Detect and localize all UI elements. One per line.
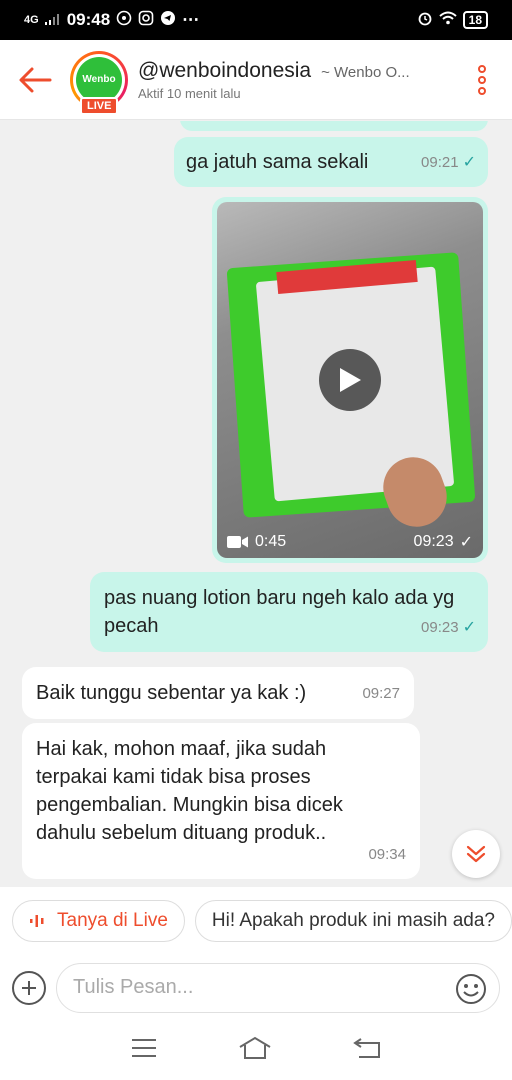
return-icon xyxy=(353,1037,381,1058)
message-composer: Tulis Pesan... xyxy=(0,955,512,1020)
chat-messages[interactable]: ga jatuh sama sekali 09:21 ✓ 0:45 09:23 ✓ xyxy=(0,121,512,887)
message-bubble-outgoing[interactable]: ga jatuh sama sekali 09:21 ✓ xyxy=(174,137,488,187)
checkmark-icon: ✓ xyxy=(462,154,476,171)
whatsapp-icon xyxy=(116,10,132,31)
signal-icon xyxy=(44,10,61,30)
alarm-icon xyxy=(417,10,433,31)
message-time: 09:34 xyxy=(368,846,406,863)
network-indicator: 4G xyxy=(24,14,39,26)
video-duration: 0:45 xyxy=(255,533,287,550)
wifi-icon xyxy=(438,10,457,30)
header-info[interactable]: @wenboindonesia ~ Wenbo O... Aktif 10 me… xyxy=(138,59,452,101)
message-bubble-incoming[interactable]: Baik tunggu sebentar ya kak :) 09:27 xyxy=(22,667,414,719)
message-text: Baik tunggu sebentar ya kak :) xyxy=(36,682,307,704)
back-nav-button[interactable] xyxy=(353,1037,381,1064)
play-button[interactable] xyxy=(319,349,381,411)
message-input-placeholder: Tulis Pesan... xyxy=(73,976,194,998)
back-button[interactable] xyxy=(0,40,70,120)
quick-reply-bar: Tanya di Live Hi! Apakah produk ini masi… xyxy=(0,887,512,955)
add-attachment-button[interactable] xyxy=(12,970,46,1005)
message-bubble-incoming[interactable]: Hai kak, mohon maaf, jika sudah terpakai… xyxy=(22,723,420,879)
scroll-to-bottom-button[interactable] xyxy=(452,830,500,878)
checkmark-icon: ✓ xyxy=(459,534,473,551)
message-text: Hai kak, mohon maaf, jika sudah terpakai… xyxy=(36,738,343,844)
message-text: ga jatuh sama sekali xyxy=(186,151,369,173)
checkmark-icon: ✓ xyxy=(462,619,476,636)
ask-in-live-button[interactable]: Tanya di Live xyxy=(12,900,185,942)
message-input[interactable]: Tulis Pesan... xyxy=(56,962,500,1013)
more-options-button[interactable] xyxy=(452,40,512,120)
more-dot-icon xyxy=(478,64,486,73)
shop-name: ~ Wenbo O... xyxy=(321,63,410,81)
video-thumbnail[interactable]: 0:45 09:23 ✓ xyxy=(217,202,483,558)
previous-message-edge xyxy=(180,121,488,131)
home-nav-button[interactable] xyxy=(238,1036,272,1065)
message-time: 09:21 xyxy=(421,154,459,171)
emoji-icon xyxy=(456,973,486,1004)
menu-icon xyxy=(131,1038,156,1057)
chat-header: Wenbo LIVE @wenboindonesia ~ Wenbo O... … xyxy=(0,40,512,120)
video-camera-icon xyxy=(227,536,248,548)
system-navigation-bar xyxy=(0,1020,512,1080)
chat-username: @wenboindonesia xyxy=(138,58,312,82)
avatar-logo: Wenbo xyxy=(76,56,122,103)
status-time: 09:48 xyxy=(66,10,111,29)
message-time: 09:23 xyxy=(421,619,459,636)
message-text: pas nuang lotion baru ngeh kalo ada yg p… xyxy=(104,587,455,637)
live-audio-icon xyxy=(30,915,44,927)
emoji-button[interactable] xyxy=(455,973,487,1011)
play-icon xyxy=(340,368,361,392)
telegram-icon xyxy=(160,10,176,31)
plus-icon xyxy=(22,980,36,995)
more-dot-icon xyxy=(478,86,486,95)
arrow-left-icon xyxy=(19,67,52,92)
shop-avatar[interactable]: Wenbo LIVE xyxy=(70,50,128,115)
double-chevron-down-icon xyxy=(466,845,486,863)
ask-in-live-label: Tanya di Live xyxy=(57,910,168,931)
status-bar: 4G 09:48 ⋯ 18 xyxy=(0,0,512,40)
more-notifications-icon: ⋯ xyxy=(182,10,200,29)
live-badge: LIVE xyxy=(80,96,119,115)
message-time: 09:23 xyxy=(413,533,454,550)
home-icon xyxy=(239,1036,271,1059)
battery-indicator: 18 xyxy=(462,11,488,29)
video-message[interactable]: 0:45 09:23 ✓ xyxy=(212,197,488,563)
message-bubble-outgoing[interactable]: pas nuang lotion baru ngeh kalo ada yg p… xyxy=(90,572,488,652)
more-dot-icon xyxy=(478,75,486,84)
suggested-reply-chip[interactable]: Hi! Apakah produk ini masih ada? xyxy=(194,900,512,942)
menu-nav-button[interactable] xyxy=(131,1038,157,1063)
message-time: 09:27 xyxy=(362,685,400,702)
instagram-icon xyxy=(138,10,154,31)
last-active-status: Aktif 10 menit lalu xyxy=(138,85,241,101)
